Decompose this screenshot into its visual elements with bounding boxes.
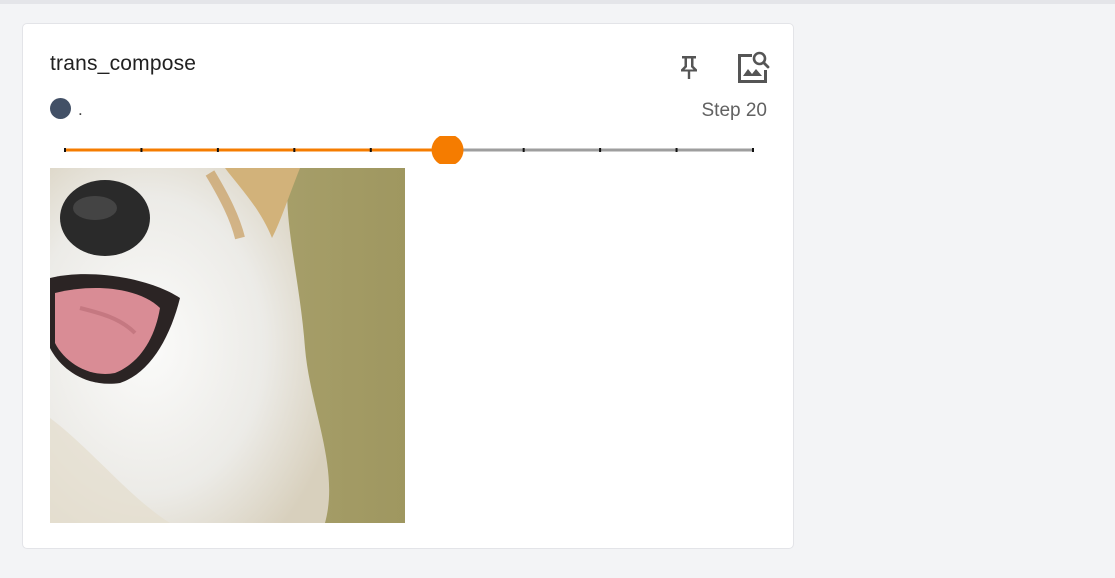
slider-tick <box>675 148 678 152</box>
step-label: Step 20 <box>701 100 768 121</box>
card-title: trans_compose <box>50 52 197 75</box>
slider-tick <box>293 148 296 152</box>
slider-tick <box>369 148 372 152</box>
slider-tick <box>522 148 525 152</box>
top-bar <box>0 0 1115 4</box>
slider-tick <box>140 148 143 152</box>
image-zoom-button[interactable] <box>735 49 771 85</box>
run-name: . <box>78 100 83 119</box>
slider-thumb[interactable] <box>431 136 464 164</box>
slider-tick <box>64 148 66 152</box>
sample-image <box>50 168 405 523</box>
slider-tick <box>599 148 602 152</box>
pin-button[interactable] <box>671 49 707 85</box>
slider-tick <box>216 148 219 152</box>
image-search-icon <box>738 51 770 83</box>
slider-tick <box>752 148 754 152</box>
run-color-dot <box>50 98 71 119</box>
image-card: trans_compose . Step 20 <box>22 23 794 549</box>
step-slider[interactable] <box>63 136 755 164</box>
pin-icon <box>681 56 697 79</box>
